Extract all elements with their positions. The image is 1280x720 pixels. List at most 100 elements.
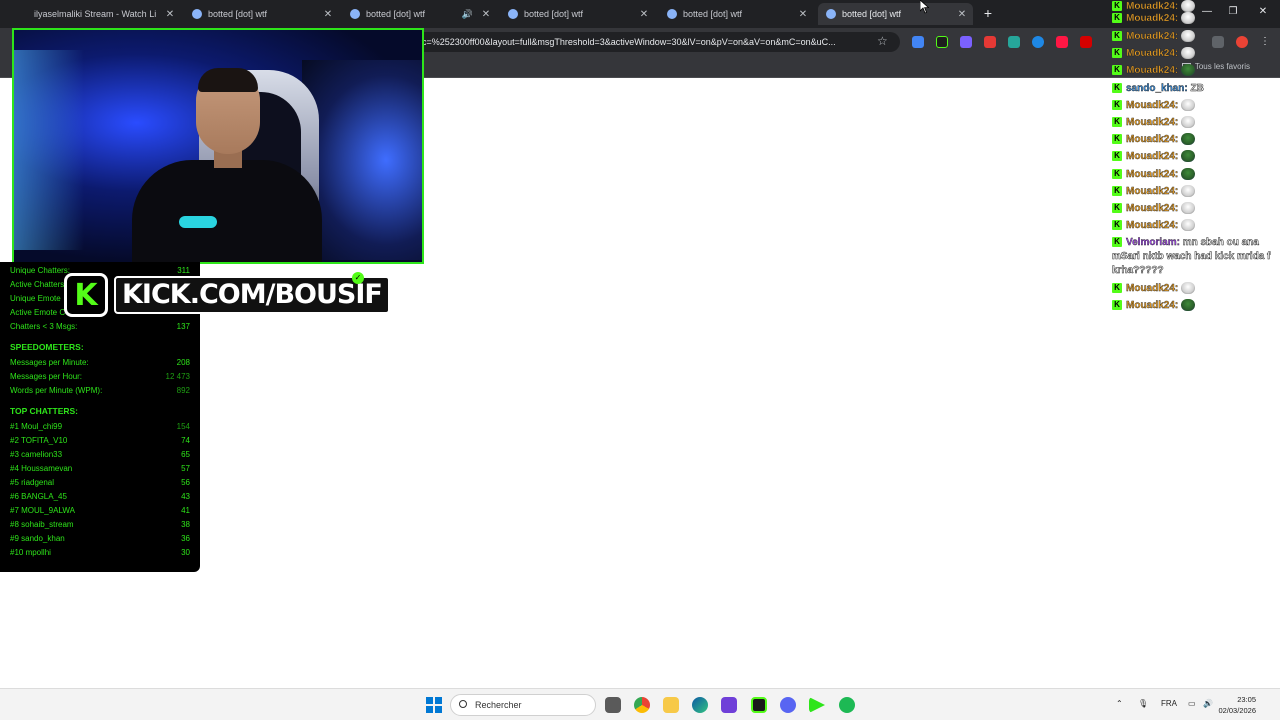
chat-username[interactable]: Mouadk24: bbox=[1126, 203, 1179, 214]
speaker-icon[interactable]: 🔊 bbox=[462, 9, 473, 20]
tab-botted-1[interactable]: botted [dot] wtf ✕ bbox=[184, 3, 339, 25]
address-bar[interactable]: c=%252300ff00&layout=full&msgThreshold=3… bbox=[410, 32, 900, 52]
chat-username[interactable]: Mouadk24: bbox=[1126, 31, 1179, 42]
screen: K ilyaselmaliki Stream - Watch Li ✕ bott… bbox=[0, 0, 1280, 720]
windows-start-icon[interactable] bbox=[426, 697, 442, 713]
chatter-count: 41 bbox=[181, 506, 190, 515]
spotify-icon[interactable] bbox=[839, 697, 855, 713]
chat-message: K Mouadk24: bbox=[1112, 202, 1280, 216]
chat-username[interactable]: Mouadk24: bbox=[1126, 300, 1179, 311]
chat-username[interactable]: Mouadk24: bbox=[1126, 1, 1179, 12]
clock-time: 23:05 bbox=[1237, 695, 1256, 704]
streamer-hair bbox=[198, 68, 258, 92]
close-icon[interactable]: ✕ bbox=[321, 9, 335, 20]
close-icon[interactable]: ✕ bbox=[163, 9, 177, 20]
stat-label: Active Emote C bbox=[10, 308, 66, 317]
edge-icon[interactable] bbox=[692, 697, 708, 713]
chat-message: K Mouadk24: bbox=[1112, 47, 1280, 61]
tab-botted-2[interactable]: botted [dot] wtf 🔊 ✕ bbox=[342, 3, 497, 25]
tab-botted-3[interactable]: botted [dot] wtf ✕ bbox=[500, 3, 655, 25]
kick-app-icon[interactable] bbox=[751, 697, 767, 713]
chat-username[interactable]: Mouadk24: bbox=[1126, 13, 1179, 24]
tab-title: botted [dot] wtf bbox=[524, 9, 584, 19]
chat-username[interactable]: Velmoriam: bbox=[1126, 237, 1180, 248]
chat-username[interactable]: sando_khan: bbox=[1126, 83, 1188, 94]
windows-taskbar: Rechercher ⌃ 🎙 FRA ▭ 🔊 23:05 02/03/2026 bbox=[0, 688, 1280, 720]
chat-username[interactable]: Mouadk24: bbox=[1126, 151, 1179, 162]
chat-message: Ksando_khan: ZB bbox=[1112, 82, 1280, 96]
top-chatter-row: #7 MOUL_9ALWA 41 bbox=[10, 506, 190, 515]
close-icon[interactable]: ✕ bbox=[637, 9, 651, 20]
extension-icon[interactable] bbox=[1008, 36, 1020, 48]
microphone-icon[interactable]: 🎙 bbox=[1138, 699, 1148, 708]
tab-title: ilyaselmaliki Stream - Watch Li bbox=[34, 9, 157, 19]
extension-icon[interactable] bbox=[1032, 36, 1044, 48]
tab-title: botted [dot] wtf bbox=[683, 9, 743, 19]
chatter-count: 56 bbox=[181, 478, 190, 487]
chat-username[interactable]: Mouadk24: bbox=[1126, 48, 1179, 59]
chat-message: K Mouadk24: bbox=[1112, 12, 1280, 26]
chat-username[interactable]: Mouadk24: bbox=[1126, 134, 1179, 145]
chat-emote-icon bbox=[1181, 12, 1196, 25]
mouse-cursor-icon bbox=[919, 0, 930, 19]
chat-emote-icon bbox=[1181, 0, 1196, 13]
stat-value: 12 473 bbox=[165, 372, 190, 381]
extension-icon[interactable] bbox=[984, 36, 996, 48]
search-icon bbox=[459, 700, 467, 708]
tray-chevron-icon[interactable]: ⌃ bbox=[1116, 699, 1123, 708]
chat-emote-icon bbox=[1181, 282, 1196, 295]
chat-message: K Mouadk24: bbox=[1112, 30, 1280, 44]
network-icon[interactable]: ▭ bbox=[1188, 699, 1196, 708]
obs-icon[interactable] bbox=[721, 697, 737, 713]
browser-tab-bar: K ilyaselmaliki Stream - Watch Li ✕ bott… bbox=[0, 0, 1280, 285]
kick-banner: K KICK.COM/BOUSIF ✓ bbox=[64, 272, 390, 318]
kick-badge-icon: K bbox=[1112, 300, 1122, 311]
extension-icon[interactable] bbox=[1080, 36, 1092, 48]
extension-icon[interactable] bbox=[1056, 36, 1068, 48]
kick-badge-icon: K bbox=[1112, 117, 1122, 128]
kick-badge-icon: K bbox=[1112, 220, 1122, 231]
stat-value: 137 bbox=[176, 322, 190, 331]
kick-studio-icon[interactable] bbox=[809, 697, 825, 713]
verified-check-icon: ✓ bbox=[352, 272, 364, 284]
chat-username[interactable]: Mouadk24: bbox=[1126, 169, 1179, 180]
streamer-body bbox=[132, 160, 322, 262]
stat-row: Chatters < 3 Msgs: 137 bbox=[10, 322, 190, 331]
close-icon[interactable]: ✕ bbox=[955, 9, 969, 20]
bookmark-star-icon[interactable]: ☆ bbox=[877, 34, 888, 48]
chat-overlay: K Mouadk24: K Mouadk24: K Mouadk24: K Mouadk… bbox=[1112, 0, 1280, 320]
webcam-feed bbox=[12, 28, 424, 264]
file-explorer-icon[interactable] bbox=[663, 697, 679, 713]
chat-username[interactable]: Mouadk24: bbox=[1126, 65, 1179, 76]
extension-icon[interactable] bbox=[936, 36, 948, 48]
extension-icon[interactable] bbox=[960, 36, 972, 48]
language-indicator[interactable]: FRA bbox=[1161, 699, 1177, 708]
new-tab-button[interactable]: + bbox=[980, 4, 996, 22]
kick-badge-icon: K bbox=[1112, 13, 1122, 24]
task-view-icon[interactable] bbox=[605, 697, 621, 713]
chatter-count: 36 bbox=[181, 534, 190, 543]
tab-kick-stream[interactable]: K ilyaselmaliki Stream - Watch Li ✕ bbox=[26, 3, 181, 285]
chat-username[interactable]: Mouadk24: bbox=[1126, 283, 1179, 294]
stat-row: Messages per Minute: 208 bbox=[10, 358, 190, 367]
tab-botted-4[interactable]: botted [dot] wtf ✕ bbox=[659, 3, 814, 25]
chat-username[interactable]: Mouadk24: bbox=[1126, 100, 1179, 111]
chrome-icon[interactable] bbox=[634, 697, 650, 713]
chat-username[interactable]: Mouadk24: bbox=[1126, 220, 1179, 231]
close-icon[interactable]: ✕ bbox=[796, 9, 810, 20]
system-clock[interactable]: 23:05 02/03/2026 bbox=[1218, 694, 1256, 716]
extension-icon[interactable] bbox=[912, 36, 924, 48]
close-icon[interactable]: ✕ bbox=[479, 9, 493, 20]
chat-username[interactable]: Mouadk24: bbox=[1126, 117, 1179, 128]
chat-username[interactable]: Mouadk24: bbox=[1126, 186, 1179, 197]
taskbar-search-box[interactable]: Rechercher bbox=[450, 694, 596, 716]
kick-badge-icon: K bbox=[1112, 31, 1122, 42]
chatter-name: #4 Houssamevan bbox=[10, 464, 73, 473]
tab-botted-active[interactable]: botted [dot] wtf ✕ bbox=[818, 3, 973, 25]
chat-message: K Mouadk24: bbox=[1112, 168, 1280, 182]
chat-message: K Mouadk24: bbox=[1112, 133, 1280, 147]
chat-message: K Mouadk24: bbox=[1112, 64, 1280, 78]
volume-icon[interactable]: 🔊 bbox=[1203, 699, 1213, 708]
discord-icon[interactable] bbox=[780, 697, 796, 713]
bot-icon bbox=[192, 9, 202, 19]
